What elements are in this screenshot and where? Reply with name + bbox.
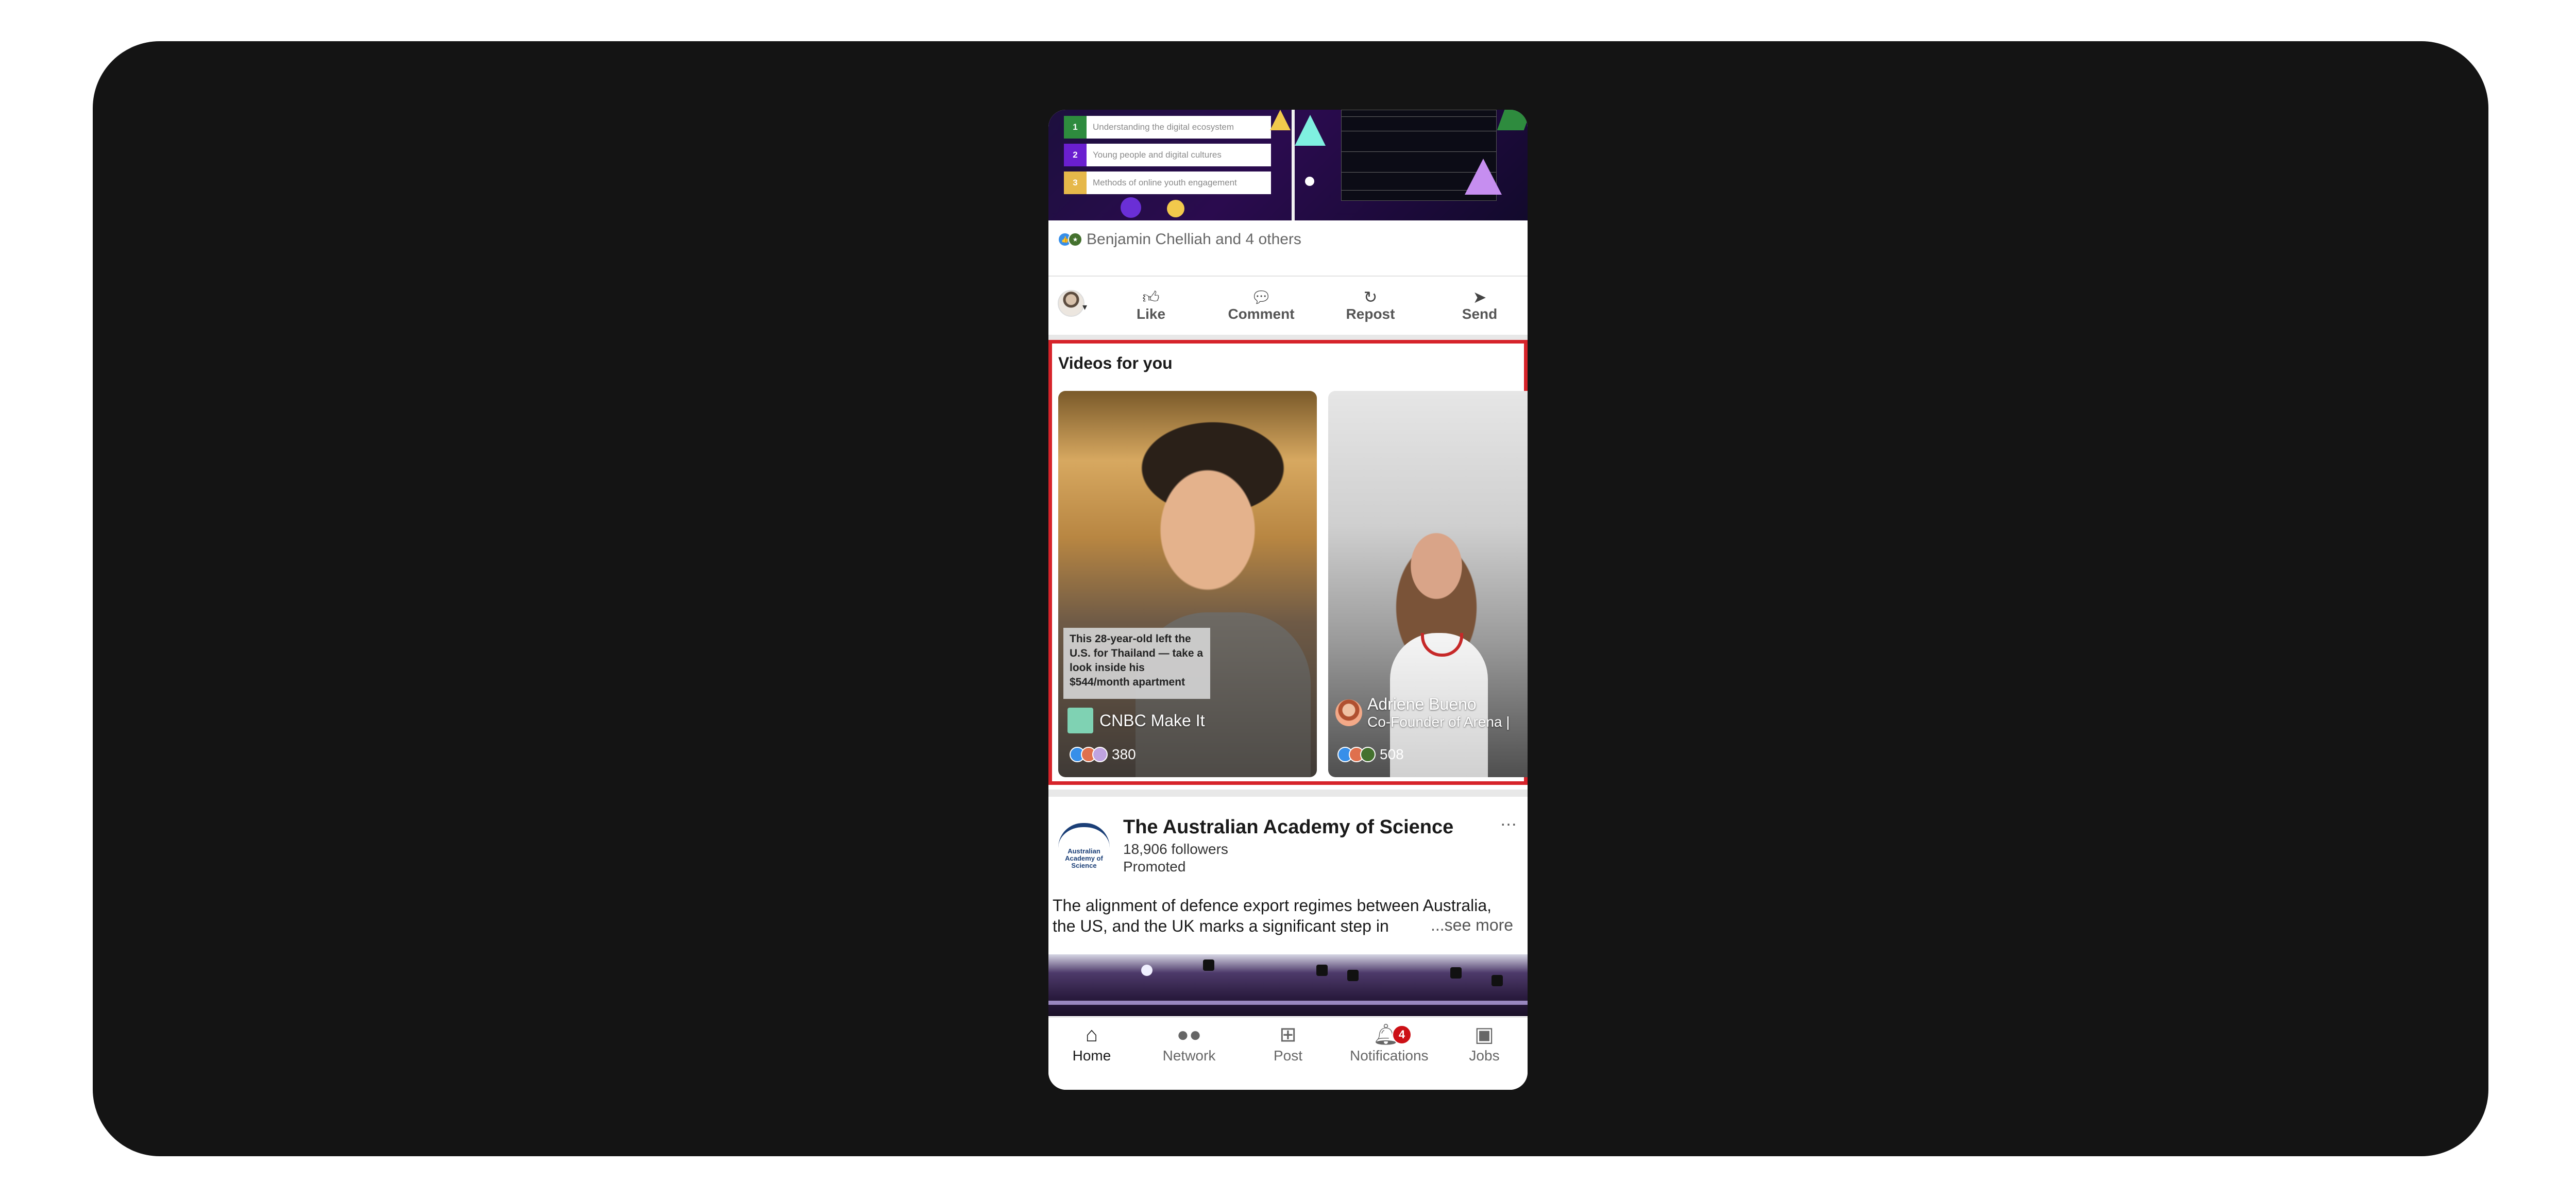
repost-icon: ↻ — [1363, 288, 1378, 306]
stage-light — [1316, 965, 1328, 976]
decor-triangle — [1465, 159, 1502, 195]
nav-label: Network — [1162, 1048, 1216, 1064]
agenda-item: 3 Methods of online youth engagement — [1064, 172, 1271, 194]
reaction-count: 380 — [1112, 746, 1136, 762]
decor-triangle — [1295, 115, 1326, 146]
video-card[interactable]: This 28-year-old left the U.S. for Thail… — [1058, 391, 1317, 777]
video-author[interactable]: Adriene Bueno Co-Founder of Arena | — [1335, 695, 1510, 730]
table-line — [1342, 116, 1496, 117]
promoted-label: Promoted — [1123, 859, 1186, 875]
notification-badge: 4 — [1392, 1025, 1412, 1044]
support-reaction-icon: ★ — [1068, 232, 1082, 247]
agenda-text: Young people and digital cultures — [1093, 150, 1222, 160]
send-button[interactable]: ➤ Send — [1441, 288, 1518, 329]
stage-rail — [1048, 1001, 1528, 1005]
stage-light — [1450, 967, 1462, 979]
insight-reaction-icon — [1092, 747, 1108, 762]
agenda-number: 3 — [1064, 172, 1087, 194]
decor-circle — [1167, 200, 1184, 217]
nav-label: Jobs — [1469, 1048, 1500, 1064]
module-title: Videos for you — [1058, 354, 1173, 372]
divider — [1048, 276, 1528, 277]
post-media-carousel[interactable]: 1 Understanding the digital ecosystem 2 … — [1048, 110, 1528, 220]
reaction-icons — [1337, 747, 1376, 762]
author-name: Adriene Bueno — [1367, 695, 1477, 713]
send-label: Send — [1462, 306, 1498, 322]
decor-dot — [1305, 177, 1314, 186]
network-icon: ●● — [1176, 1023, 1202, 1046]
post-media-image[interactable] — [1048, 954, 1528, 1016]
stage-light — [1492, 975, 1503, 986]
follower-count: 18,906 followers — [1123, 841, 1228, 857]
decor-circle — [1121, 197, 1141, 218]
author-subtitle: Co-Founder of Arena | — [1367, 714, 1510, 730]
org-logo-text: Australian Academy of Science — [1065, 847, 1103, 869]
stage-light — [1203, 959, 1214, 971]
agenda-text: Understanding the digital ecosystem — [1093, 122, 1234, 132]
repost-button[interactable]: ↻ Repost — [1332, 288, 1409, 329]
bridge-arc-icon — [1058, 823, 1110, 848]
decor-shape — [1497, 110, 1528, 130]
cnbc-logo — [1067, 708, 1093, 733]
nav-notifications[interactable]: 🔔︎ 4 Notifications — [1350, 1022, 1429, 1064]
video-caption: This 28-year-old left the U.S. for Thail… — [1063, 628, 1210, 699]
reactions-summary[interactable]: 👍 ★ Benjamin Chelliah and 4 others — [1048, 229, 1528, 250]
agenda-number: 2 — [1064, 144, 1087, 166]
nav-label: Post — [1273, 1048, 1303, 1064]
nav-jobs[interactable]: ▣ Jobs — [1448, 1022, 1520, 1064]
comment-button[interactable]: 💬︎ Comment — [1223, 288, 1300, 329]
chevron-down-icon[interactable]: ▾ — [1082, 302, 1087, 313]
decor-triangle — [1270, 110, 1291, 130]
reactor-avatar[interactable] — [1058, 290, 1084, 317]
agenda-item: 1 Understanding the digital ecosystem — [1064, 116, 1271, 139]
post-icon: ⊞ — [1279, 1023, 1297, 1046]
video-reactions: 380 — [1070, 746, 1136, 763]
feed-separator — [1048, 335, 1528, 340]
nav-label: Home — [1072, 1048, 1111, 1064]
org-name[interactable]: The Australian Academy of Science — [1123, 816, 1453, 838]
agenda-text: Methods of online youth engagement — [1093, 178, 1237, 187]
briefcase-icon: ▣ — [1475, 1023, 1494, 1046]
agenda-number: 1 — [1064, 116, 1087, 139]
author-avatar — [1335, 699, 1362, 726]
phone-screen: 1 Understanding the digital ecosystem 2 … — [1048, 110, 1528, 1090]
agenda-item: 2 Young people and digital cultures — [1064, 144, 1271, 166]
like-label: Like — [1136, 306, 1166, 322]
nav-label: Notifications — [1350, 1048, 1429, 1064]
see-more-link[interactable]: ...see more — [1426, 916, 1514, 935]
nav-home[interactable]: ⌂ Home — [1056, 1022, 1128, 1064]
table-line — [1342, 151, 1496, 152]
table-slide[interactable] — [1295, 110, 1528, 220]
reaction-count: 508 — [1380, 746, 1404, 762]
home-icon: ⌂ — [1085, 1023, 1098, 1046]
reactions-text: Benjamin Chelliah and 4 others — [1087, 231, 1301, 248]
post-action-bar: ▾ 👍︎ Like 💬︎ Comment ↻ Repost ➤ Send — [1048, 284, 1528, 330]
bottom-navigation: ⌂ Home ●● Network ⊞ Post 🔔︎ 4 Notificati… — [1048, 1017, 1528, 1090]
videos-for-you-module: Videos for you This 28-year-old left the… — [1048, 340, 1528, 785]
nav-post[interactable]: ⊞ Post — [1252, 1022, 1324, 1064]
repost-label: Repost — [1346, 306, 1395, 322]
reaction-icons: 👍 ★ — [1058, 232, 1082, 247]
video-reactions: 508 — [1337, 746, 1404, 763]
org-logo[interactable]: Australian Academy of Science — [1056, 823, 1112, 875]
like-button[interactable]: 👍︎ Like — [1112, 288, 1190, 329]
thumbs-up-icon: 👍︎ — [1142, 288, 1160, 306]
comment-label: Comment — [1228, 306, 1295, 322]
agenda-slide[interactable]: 1 Understanding the digital ecosystem 2 … — [1048, 110, 1292, 220]
stage-light — [1347, 970, 1359, 981]
more-options-icon[interactable]: … — [1500, 810, 1517, 830]
video-card[interactable]: Adriene Bueno Co-Founder of Arena | 508 — [1328, 391, 1528, 777]
author-text: Adriene Bueno Co-Founder of Arena | — [1367, 695, 1510, 730]
nav-network[interactable]: ●● Network — [1153, 1022, 1225, 1064]
support-reaction-icon — [1360, 747, 1376, 762]
reaction-icons — [1070, 747, 1108, 762]
feed-separator — [1048, 790, 1528, 797]
send-icon: ➤ — [1472, 288, 1487, 306]
comment-icon: 💬︎ — [1250, 288, 1272, 306]
stage-light — [1141, 965, 1153, 976]
video-author[interactable]: CNBC Make It — [1067, 708, 1205, 733]
author-name: CNBC Make It — [1099, 711, 1205, 730]
